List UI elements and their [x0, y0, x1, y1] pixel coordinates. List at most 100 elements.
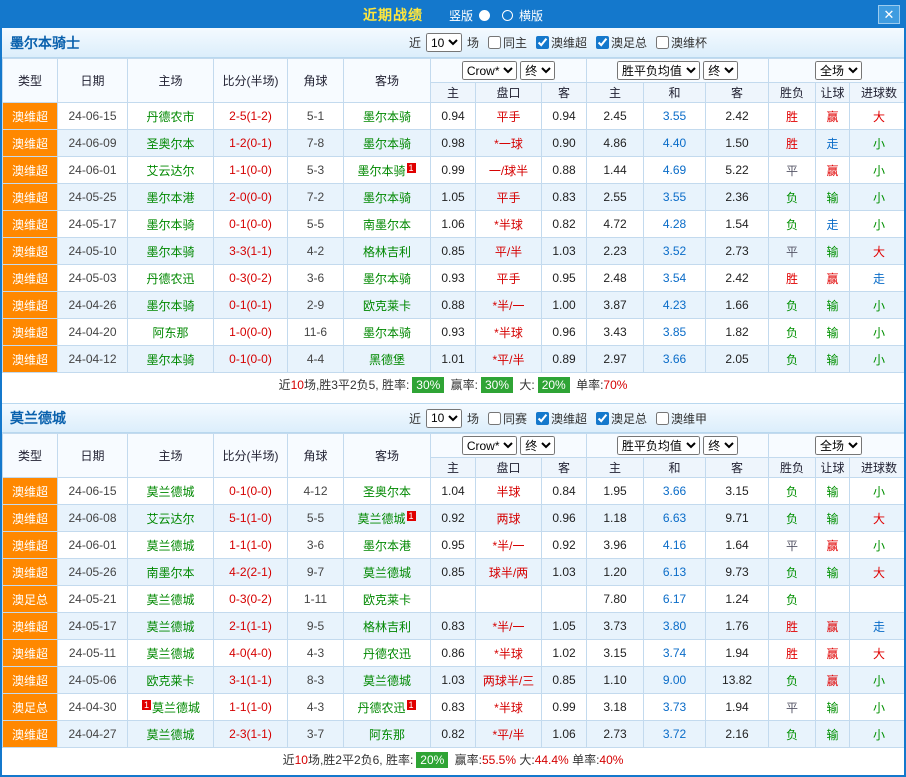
team-name-cell[interactable]: 墨尔本骑	[344, 319, 431, 346]
odds-final-select[interactable]: 终	[703, 61, 738, 80]
team-name-cell[interactable]: 南墨尔本	[344, 211, 431, 238]
match-count-select[interactable]: 10	[426, 33, 462, 52]
team-link[interactable]: 墨尔本港	[146, 191, 194, 205]
team-link[interactable]: 莫兰德城	[363, 674, 411, 688]
team-link[interactable]: 艾云达尔	[146, 164, 194, 178]
filter-league-checkbox[interactable]	[536, 412, 549, 425]
avg-odds-select[interactable]: 胜平负均值	[617, 436, 700, 455]
team-name-cell[interactable]: 阿东那	[344, 721, 431, 748]
team-name-cell[interactable]: 丹德农迅	[344, 640, 431, 667]
filter-league-ffa-cup[interactable]: 澳足总	[596, 34, 647, 51]
team-link[interactable]: 莫兰德城	[146, 620, 194, 634]
team-link[interactable]: 黑德堡	[369, 353, 405, 367]
filter-league-npl-victoria[interactable]: 澳维超	[536, 34, 587, 51]
avg-odds-select[interactable]: 胜平负均值	[617, 61, 700, 80]
team-link[interactable]: 艾云达尔	[146, 512, 194, 526]
team-link[interactable]: 丹德农迅	[363, 647, 411, 661]
team-name-cell[interactable]: 艾云达尔	[128, 157, 214, 184]
team-link[interactable]: 丹德农市	[146, 110, 194, 124]
team-name-cell[interactable]: 莫兰德城	[128, 478, 214, 505]
team-name-cell[interactable]: 莫兰德城	[128, 532, 214, 559]
team-link[interactable]: 格林吉利	[363, 620, 411, 634]
filter-same-home[interactable]: 同主	[488, 34, 527, 51]
team-link[interactable]: 墨尔本骑	[357, 164, 405, 178]
team-name-cell[interactable]: 圣奥尔本	[128, 130, 214, 157]
team-link[interactable]: 南墨尔本	[363, 218, 411, 232]
team-name-cell[interactable]: 墨尔本骑	[128, 238, 214, 265]
team-name-cell[interactable]: 黑德堡	[344, 346, 431, 373]
odds-final-select[interactable]: 终	[703, 436, 738, 455]
team-name-cell[interactable]: 莫兰德城	[128, 640, 214, 667]
team-link[interactable]: 圣奥尔本	[363, 485, 411, 499]
team-link[interactable]: 欧克莱卡	[146, 674, 194, 688]
team-link[interactable]: 墨尔本骑	[363, 191, 411, 205]
team-name-cell[interactable]: 莫兰德城	[344, 667, 431, 694]
team-link[interactable]: 阿东那	[152, 326, 188, 340]
team-link[interactable]: 墨尔本骑	[146, 299, 194, 313]
filter-league-checkbox[interactable]	[536, 36, 549, 49]
team-name-cell[interactable]: 1莫兰德城	[128, 694, 214, 721]
close-button[interactable]: ✕	[878, 5, 900, 24]
team-name-cell[interactable]: 墨尔本骑	[344, 130, 431, 157]
team-name-cell[interactable]: 墨尔本港	[128, 184, 214, 211]
team-name-cell[interactable]: 阿东那	[128, 319, 214, 346]
filter-league-checkbox[interactable]	[656, 412, 669, 425]
team-name-cell[interactable]: 丹德农迅	[128, 265, 214, 292]
filter-league-victoria-div1[interactable]: 澳维甲	[656, 410, 707, 427]
horizontal-layout-radio[interactable]	[502, 10, 513, 21]
team-link[interactable]: 圣奥尔本	[146, 137, 194, 151]
team-name-cell[interactable]: 欧克莱卡	[344, 586, 431, 613]
team-link[interactable]: 莫兰德城	[357, 512, 405, 526]
team-name-cell[interactable]: 墨尔本骑	[344, 184, 431, 211]
team-link[interactable]: 莫兰德城	[146, 647, 194, 661]
handicap-final-select[interactable]: 终	[520, 436, 555, 455]
team-name-cell[interactable]: 墨尔本骑	[344, 265, 431, 292]
team-link[interactable]: 阿东那	[369, 728, 405, 742]
filter-league-checkbox[interactable]	[596, 36, 609, 49]
filter-league-checkbox[interactable]	[596, 412, 609, 425]
team-link[interactable]: 墨尔本骑	[363, 137, 411, 151]
team-link[interactable]: 墨尔本骑	[363, 272, 411, 286]
team-link[interactable]: 墨尔本骑	[146, 218, 194, 232]
team-name-cell[interactable]: 墨尔本骑	[128, 292, 214, 319]
bookmaker-select[interactable]: Crow*	[462, 436, 517, 455]
filter-same-home-checkbox[interactable]	[488, 36, 501, 49]
team-link[interactable]: 莫兰德城	[363, 566, 411, 580]
team-name-cell[interactable]: 墨尔本骑1	[344, 157, 431, 184]
team-link[interactable]: 墨尔本骑	[363, 326, 411, 340]
team-name-cell[interactable]: 墨尔本港	[344, 532, 431, 559]
filter-league-checkbox[interactable]	[656, 36, 669, 49]
team-name-cell[interactable]: 南墨尔本	[128, 559, 214, 586]
team-link[interactable]: 丹德农迅	[357, 701, 405, 715]
team-link[interactable]: 墨尔本骑	[363, 110, 411, 124]
team-name-cell[interactable]: 莫兰德城	[128, 613, 214, 640]
filter-league-ffa-cup[interactable]: 澳足总	[596, 410, 647, 427]
handicap-final-select[interactable]: 终	[520, 61, 555, 80]
team-name-cell[interactable]: 格林吉利	[344, 238, 431, 265]
team-name-cell[interactable]: 圣奥尔本	[344, 478, 431, 505]
team-link[interactable]: 莫兰德城	[146, 728, 194, 742]
team-name-cell[interactable]: 格林吉利	[344, 613, 431, 640]
filter-league-victoria-cup[interactable]: 澳维杯	[656, 34, 707, 51]
team-name-cell[interactable]: 欧克莱卡	[344, 292, 431, 319]
team-name-cell[interactable]: 艾云达尔	[128, 505, 214, 532]
team-link[interactable]: 莫兰德城	[146, 593, 194, 607]
team-name-cell[interactable]: 丹德农迅1	[344, 694, 431, 721]
scope-select[interactable]: 全场	[815, 61, 862, 80]
filter-same-competition[interactable]: 同赛	[488, 410, 527, 427]
match-count-select[interactable]: 10	[426, 409, 462, 428]
team-link[interactable]: 欧克莱卡	[363, 299, 411, 313]
team-link[interactable]: 南墨尔本	[146, 566, 194, 580]
team-name-cell[interactable]: 莫兰德城	[128, 721, 214, 748]
bookmaker-select[interactable]: Crow*	[462, 61, 517, 80]
team-name-cell[interactable]: 莫兰德城	[128, 586, 214, 613]
team-link[interactable]: 格林吉利	[363, 245, 411, 259]
team-name-cell[interactable]: 墨尔本骑	[128, 346, 214, 373]
vertical-layout-radio[interactable]	[479, 10, 490, 21]
filter-same-competition-checkbox[interactable]	[488, 412, 501, 425]
team-link[interactable]: 莫兰德城	[146, 485, 194, 499]
team-link[interactable]: 墨尔本骑	[146, 353, 194, 367]
team-name-cell[interactable]: 欧克莱卡	[128, 667, 214, 694]
scope-select[interactable]: 全场	[815, 436, 862, 455]
team-link[interactable]: 丹德农迅	[146, 272, 194, 286]
